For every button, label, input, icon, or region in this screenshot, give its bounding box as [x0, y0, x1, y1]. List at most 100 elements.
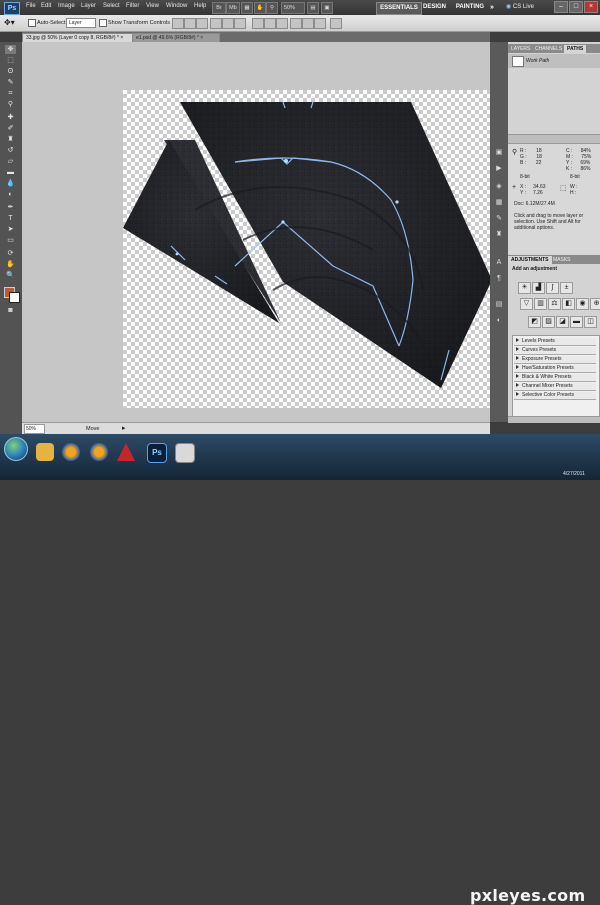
marquee-tool-icon[interactable]: ⬚ [5, 56, 16, 65]
status-arrow-icon[interactable]: ▸ [122, 424, 126, 432]
menu-image[interactable]: Image [58, 3, 75, 9]
levels-icon[interactable]: ▟ [532, 282, 545, 294]
status-zoom-field[interactable]: 50% [24, 424, 45, 434]
menu-window[interactable]: Window [166, 3, 187, 9]
move-tool-icon[interactable]: ✥ [5, 45, 16, 54]
dodge-tool-icon[interactable]: ◐ [5, 190, 16, 199]
tab-masks[interactable]: MASKS [550, 256, 574, 264]
firefox-icon-2[interactable] [90, 443, 108, 461]
hue-saturation-icon[interactable]: ▥ [534, 298, 547, 310]
transform-controls-checkbox[interactable] [99, 19, 107, 27]
grid-icon[interactable]: ▦ [241, 2, 253, 14]
mini-bridge-button[interactable]: Mb [226, 2, 240, 14]
menu-select[interactable]: Select [103, 3, 120, 9]
document-canvas[interactable] [123, 90, 492, 408]
align-top-icon[interactable] [172, 18, 184, 29]
gradient-map-icon[interactable]: ▬ [570, 316, 583, 328]
lasso-tool-icon[interactable]: ʘ [5, 67, 16, 76]
menu-file[interactable]: File [26, 3, 36, 9]
gradient-tool-icon[interactable]: ▬ [5, 168, 16, 177]
invert-icon[interactable]: ◩ [528, 316, 541, 328]
pen-tool-icon[interactable]: ✒ [5, 203, 16, 212]
tab-channels[interactable]: CHANNELS [532, 45, 565, 53]
preset-curves[interactable]: Curves Presets [514, 347, 596, 355]
color-panel-icon[interactable]: ◈ [494, 182, 504, 191]
3d-rotate-tool-icon[interactable]: ⟳ [5, 249, 16, 258]
paragraph-panel-icon[interactable]: ¶ [494, 274, 504, 283]
menu-view[interactable]: View [146, 3, 159, 9]
firefox-icon[interactable] [62, 443, 80, 461]
distribute-right-icon[interactable] [314, 18, 326, 29]
tab-close-icon[interactable]: × [120, 35, 123, 41]
more-workspaces-icon[interactable]: » [487, 2, 497, 13]
channel-mixer-icon[interactable]: ⊕ [590, 298, 600, 310]
distribute-left-icon[interactable] [290, 18, 302, 29]
curves-icon[interactable]: ∫ [546, 282, 559, 294]
hand-tool-icon[interactable]: ✋ [5, 260, 16, 269]
threshold-icon[interactable]: ◪ [556, 316, 569, 328]
eraser-tool-icon[interactable]: ▱ [5, 157, 16, 166]
healing-brush-tool-icon[interactable]: ✚ [5, 113, 16, 122]
path-selection-tool-icon[interactable]: ➤ [5, 225, 16, 234]
distribute-bottom-icon[interactable] [276, 18, 288, 29]
distribute-hcenter-icon[interactable] [302, 18, 314, 29]
preset-exposure[interactable]: Exposure Presets [514, 356, 596, 364]
preset-hue-saturation[interactable]: Hue/Saturation Presets [514, 365, 596, 373]
align-left-icon[interactable] [210, 18, 222, 29]
screen-mode-icon[interactable]: ▣ [321, 2, 333, 14]
minimize-icon[interactable]: – [554, 1, 568, 13]
zoom-tool-icon[interactable]: 🔍 [5, 271, 16, 280]
workspace-design[interactable]: DESIGN [423, 2, 446, 13]
photo-filter-icon[interactable]: ◉ [576, 298, 589, 310]
posterize-icon[interactable]: ▨ [542, 316, 555, 328]
character-panel-icon[interactable]: A [494, 258, 504, 267]
clone-source-panel-icon[interactable]: ♜ [494, 230, 504, 239]
work-path-row[interactable]: Work Path [508, 54, 600, 69]
cs-live-button[interactable]: ◉ CS Live [506, 2, 534, 13]
distribute-top-icon[interactable] [252, 18, 264, 29]
explorer-folder-icon[interactable] [36, 443, 54, 461]
history-panel-icon[interactable]: ▣ [494, 148, 504, 157]
auto-select-checkbox[interactable] [28, 19, 36, 27]
tab-close-icon[interactable]: × [200, 35, 203, 41]
quick-mask-icon[interactable]: ◙ [5, 306, 16, 315]
brush-panel-icon[interactable]: ✎ [494, 214, 504, 223]
vibrance-icon[interactable]: ▽ [520, 298, 533, 310]
menu-edit[interactable]: Edit [41, 3, 51, 9]
tab-adjustments[interactable]: ADJUSTMENTS [508, 256, 552, 264]
preset-channel-mixer[interactable]: Channel Mixer Presets [514, 383, 596, 391]
auto-select-dropdown[interactable]: Layer [66, 18, 96, 28]
align-hcenter-icon[interactable] [222, 18, 234, 29]
auto-align-layers-icon[interactable] [330, 18, 342, 29]
background-color-swatch[interactable] [9, 292, 20, 303]
workspace-essentials[interactable]: ESSENTIALS [376, 2, 422, 15]
align-vcenter-icon[interactable] [184, 18, 196, 29]
eyedropper-tool-icon[interactable]: ⚲ [5, 100, 16, 109]
bridge-button[interactable]: Br [212, 2, 226, 14]
preset-levels[interactable]: Levels Presets [514, 338, 596, 346]
workspace-painting[interactable]: PAINTING [455, 2, 485, 13]
clone-stamp-tool-icon[interactable]: ♜ [5, 135, 16, 144]
zoom-tool-icon[interactable]: ⚲ [266, 2, 278, 14]
brightness-contrast-icon[interactable]: ☀ [518, 282, 531, 294]
preset-black-white[interactable]: Black & White Presets [514, 374, 596, 382]
type-tool-icon[interactable]: T [5, 214, 16, 223]
styles-panel-icon[interactable]: ◐ [494, 316, 504, 325]
arrange-documents-icon[interactable]: ▤ [307, 2, 319, 14]
move-tool-preset-icon[interactable]: ✥▾ [4, 18, 15, 27]
preset-selective-color[interactable]: Selective Color Presets [514, 392, 596, 400]
close-icon[interactable]: × [584, 1, 598, 13]
swatches-panel-icon[interactable]: ▦ [494, 198, 504, 207]
color-balance-icon[interactable]: ⚖ [548, 298, 561, 310]
quick-select-tool-icon[interactable]: ✎ [5, 78, 16, 87]
menu-layer[interactable]: Layer [81, 3, 96, 9]
brush-tool-icon[interactable]: ✐ [5, 124, 16, 133]
zoom-level-select[interactable]: 50% [281, 2, 305, 14]
layer-comps-panel-icon[interactable]: ▤ [494, 300, 504, 309]
actions-panel-icon[interactable]: ▶ [494, 164, 504, 173]
align-right-icon[interactable] [234, 18, 246, 29]
menu-filter[interactable]: Filter [126, 3, 139, 9]
menu-help[interactable]: Help [194, 3, 206, 9]
exposure-icon[interactable]: ± [560, 282, 573, 294]
start-button[interactable] [4, 437, 28, 461]
